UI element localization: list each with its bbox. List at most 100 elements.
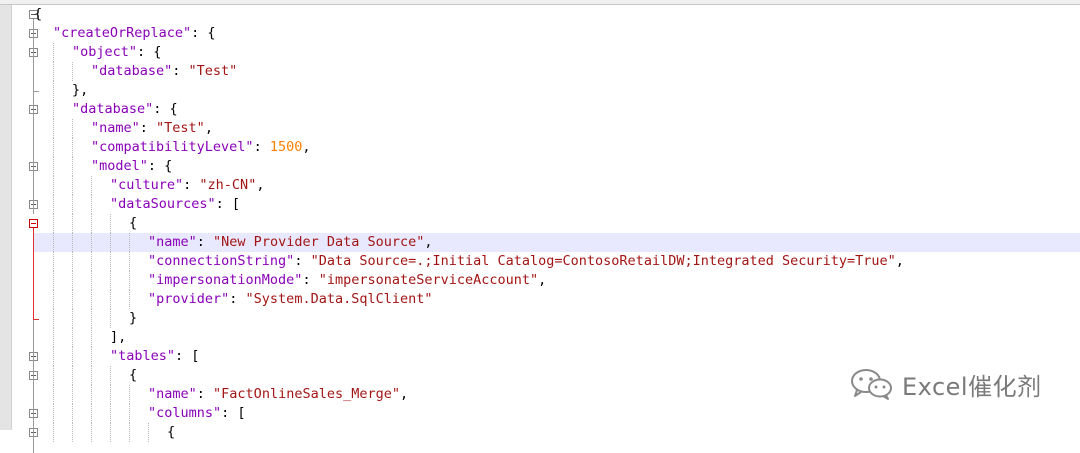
indent-guide: [72, 290, 73, 309]
code-token: :: [196, 234, 214, 250]
indent-guide: [53, 81, 54, 100]
code-token: "connectionString": [148, 253, 295, 269]
code-line[interactable]: "culture": "zh-CN",: [34, 176, 1080, 195]
code-line[interactable]: "dataSources": [: [34, 195, 1080, 214]
code-token: },: [72, 82, 89, 98]
code-line[interactable]: ],: [34, 328, 1080, 347]
indent-guide: [72, 176, 73, 195]
code-token: "database": [72, 101, 154, 117]
code-line[interactable]: }: [34, 309, 1080, 328]
code-text: "tables": [: [34, 348, 199, 364]
indent-guide: [91, 195, 92, 214]
indent-guide: [129, 271, 130, 290]
indent-guide: [53, 176, 54, 195]
code-token: ,: [895, 253, 904, 269]
code-line[interactable]: "database": {: [34, 100, 1080, 119]
code-token: "dataSources": [110, 196, 216, 212]
code-text: "columns": [: [34, 405, 246, 421]
code-text: "provider": "System.Data.SqlClient": [34, 291, 432, 307]
code-line[interactable]: "impersonationMode": "impersonateService…: [34, 271, 1080, 290]
indent-guide: [53, 328, 54, 347]
indent-guide: [129, 385, 130, 404]
code-token: {: [129, 367, 138, 383]
indent-guide: [53, 404, 54, 423]
code-token: ,: [256, 177, 265, 193]
code-text: "culture": "zh-CN",: [34, 177, 264, 193]
code-line[interactable]: "object": {: [34, 43, 1080, 62]
indent-guide: [91, 252, 92, 271]
code-text: "compatibilityLevel": 1500,: [34, 139, 310, 155]
indent-guide: [53, 233, 54, 252]
code-line[interactable]: {: [34, 423, 1080, 442]
indent-guide: [129, 404, 130, 423]
indent-guide: [110, 290, 111, 309]
code-line[interactable]: {: [34, 214, 1080, 233]
code-token: "impersonateServiceAccount": [318, 272, 539, 288]
code-token: : {: [153, 101, 178, 117]
code-token: "New Provider Data Source": [213, 234, 425, 250]
indent-guide: [72, 214, 73, 233]
indent-guide: [72, 157, 73, 176]
code-line[interactable]: "name": "Test",: [34, 119, 1080, 138]
code-token: : {: [147, 158, 173, 174]
indent-guide: [110, 233, 111, 252]
code-token: {: [129, 215, 138, 231]
indent-guide: [53, 195, 54, 214]
code-token: "Test": [156, 120, 205, 136]
indent-guide: [72, 252, 73, 271]
code-token: "compatibilityLevel": [91, 139, 254, 155]
code-line[interactable]: "model": {: [34, 157, 1080, 176]
indent-guide: [110, 423, 111, 442]
code-text: "name": "Test",: [34, 120, 213, 136]
code-token: "FactOnlineSales_Merge": [213, 386, 400, 402]
indent-guide: [72, 309, 73, 328]
code-line[interactable]: "createOrReplace": {: [34, 24, 1080, 43]
code-text: "connectionString": "Data Source=.;Initi…: [34, 253, 904, 269]
indent-guide: [72, 366, 73, 385]
indent-guide: [72, 423, 73, 442]
indent-guide: [110, 214, 111, 233]
indent-guide: [72, 271, 73, 290]
indent-guide: [148, 423, 149, 442]
fold-margin[interactable]: [12, 5, 39, 453]
code-text: "createOrReplace": {: [34, 25, 216, 41]
code-line[interactable]: "connectionString": "Data Source=.;Initi…: [34, 252, 1080, 271]
indent-guide: [53, 366, 54, 385]
code-text: {: [34, 424, 175, 440]
indent-guide: [53, 214, 54, 233]
code-token: :: [183, 177, 200, 193]
code-token: "columns": [148, 405, 222, 421]
indent-guide: [53, 43, 54, 62]
code-line[interactable]: },: [34, 81, 1080, 100]
watermark: Excel催化剂: [848, 362, 1042, 406]
code-line[interactable]: {: [34, 5, 1080, 24]
indent-guide: [91, 214, 92, 233]
code-text: {: [34, 215, 137, 231]
code-line[interactable]: "provider": "System.Data.SqlClient": [34, 290, 1080, 309]
code-text: {: [34, 6, 42, 22]
code-token: ,: [302, 139, 311, 155]
indent-guide: [91, 290, 92, 309]
code-line[interactable]: "compatibilityLevel": 1500,: [34, 138, 1080, 157]
code-line[interactable]: "database": "Test": [34, 62, 1080, 81]
indent-guide: [53, 62, 54, 81]
indent-guide: [72, 138, 73, 157]
indent-guide: [53, 347, 54, 366]
indent-guide: [91, 347, 92, 366]
indent-guide: [53, 100, 54, 119]
indent-guide: [129, 233, 130, 252]
code-token: : {: [137, 44, 162, 60]
code-token: "createOrReplace": [53, 25, 192, 41]
code-text: {: [34, 367, 137, 383]
code-line[interactable]: "name": "New Provider Data Source",: [34, 233, 1080, 252]
code-token: "zh-CN": [199, 177, 257, 193]
code-token: ],: [110, 329, 127, 345]
code-token: "name": [148, 386, 197, 402]
indent-guide: [91, 176, 92, 195]
code-line[interactable]: "columns": [: [34, 404, 1080, 423]
indent-guide: [129, 290, 130, 309]
indent-guide: [110, 404, 111, 423]
indent-guide: [72, 233, 73, 252]
code-token: "impersonationMode": [148, 272, 303, 288]
code-token: : {: [191, 25, 216, 41]
